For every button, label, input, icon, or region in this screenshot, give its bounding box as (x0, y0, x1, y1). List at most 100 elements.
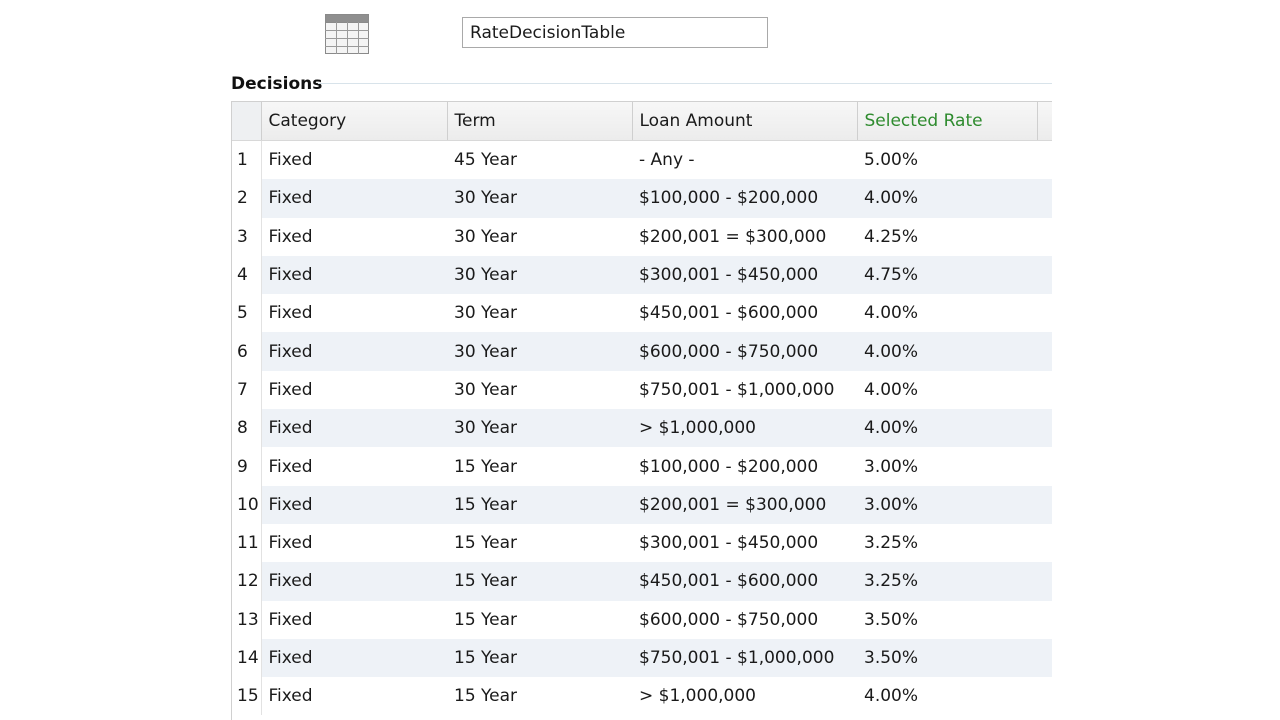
cell-loan-amount[interactable]: $100,000 - $200,000 (632, 179, 857, 218)
cell-selected-rate[interactable]: 5.00% (857, 141, 1037, 180)
cell-loan-amount[interactable]: $450,001 - $600,000 (632, 562, 857, 601)
table-row[interactable]: 12 Fixed 15 Year $450,001 - $600,000 3.25% (232, 562, 1052, 601)
cell-selected-rate[interactable]: 4.00% (857, 179, 1037, 218)
row-number[interactable]: 13 (232, 600, 262, 639)
table-row[interactable]: 1 Fixed 45 Year - Any -5.00% (232, 140, 1052, 180)
cell-loan-amount[interactable]: $300,001 - $450,000 (632, 255, 857, 295)
cell-selected-rate[interactable]: 4.00% (857, 409, 1037, 448)
cell-term[interactable]: 30 Year (447, 332, 632, 371)
cell-category[interactable]: Fixed (261, 601, 447, 639)
cell-term[interactable]: 15 Year (447, 447, 632, 485)
table-row[interactable]: 5 Fixed 30 Year $450,001 - $600,000 4.00% (232, 294, 1052, 333)
cell-loan-amount[interactable]: $750,001 - $1,000,000 (632, 638, 857, 678)
cell-category[interactable]: Fixed (261, 332, 447, 371)
cell-selected-rate[interactable]: 3.00% (857, 447, 1037, 485)
cell-term[interactable]: 15 Year (447, 601, 632, 639)
cell-selected-rate[interactable]: 4.00% (857, 294, 1037, 332)
table-row[interactable]: 9 Fixed 15 Year $100,000 - $200,000 3.00% (232, 447, 1052, 486)
table-row[interactable]: 13 Fixed 15 Year $600,000 - $750,000 3.50% (232, 600, 1052, 639)
cell-category[interactable]: Fixed (261, 141, 447, 180)
cell-selected-rate[interactable]: 3.00% (857, 485, 1037, 524)
cell-loan-amount[interactable]: $450,001 - $600,000 (632, 294, 857, 332)
cell-category[interactable]: Fixed (261, 485, 447, 524)
cell-term[interactable]: 30 Year (447, 255, 632, 295)
table-row[interactable]: 8 Fixed 30 Year > $1,000,000 4.00% (232, 409, 1052, 448)
column-header-category[interactable]: Category (261, 102, 448, 141)
row-number[interactable]: 9 (232, 447, 262, 486)
cell-loan-amount[interactable]: $100,000 - $200,000 (632, 447, 857, 485)
table-row[interactable]: 3 Fixed 30 Year $200,001 = $300,000 4.25% (232, 217, 1052, 256)
cell-filler (1037, 218, 1052, 256)
cell-selected-rate[interactable]: 4.00% (857, 371, 1037, 409)
section-divider (318, 83, 1052, 84)
cell-selected-rate[interactable]: 4.00% (857, 332, 1037, 371)
cell-selected-rate[interactable]: 3.25% (857, 524, 1037, 562)
row-number[interactable]: 5 (232, 294, 262, 333)
row-number-header[interactable] (232, 102, 262, 141)
table-row[interactable]: 14 Fixed 15 Year $750,001 - $1,000,000 3.50% (232, 638, 1052, 678)
cell-loan-amount[interactable]: $600,000 - $750,000 (632, 332, 857, 371)
cell-term[interactable]: 30 Year (447, 294, 632, 332)
cell-category[interactable]: Fixed (261, 371, 447, 409)
cell-category[interactable]: Fixed (261, 294, 447, 332)
row-number[interactable]: 8 (232, 409, 262, 448)
row-number[interactable]: 12 (232, 562, 262, 601)
cell-loan-amount[interactable]: $300,001 - $450,000 (632, 524, 857, 562)
column-header-term[interactable]: Term (447, 102, 633, 141)
cell-loan-amount[interactable]: $200,001 = $300,000 (632, 485, 857, 524)
table-row[interactable]: 7 Fixed 30 Year $750,001 - $1,000,000 4.00% (232, 370, 1052, 410)
cell-filler (1037, 677, 1052, 715)
decisions-grid[interactable]: Category Term Loan Amount Selected Rate … (231, 101, 1052, 720)
cell-term[interactable]: 30 Year (447, 179, 632, 218)
column-header-selected-rate[interactable]: Selected Rate (857, 102, 1038, 141)
cell-term[interactable]: 45 Year (447, 141, 632, 180)
cell-selected-rate[interactable]: 3.25% (857, 562, 1037, 601)
cell-term[interactable]: 15 Year (447, 562, 632, 601)
cell-term[interactable]: 30 Year (447, 371, 632, 409)
table-row[interactable]: 4 Fixed 30 Year $300,001 - $450,000 4.75% (232, 255, 1052, 295)
cell-category[interactable]: Fixed (261, 638, 447, 678)
cell-category[interactable]: Fixed (261, 677, 447, 715)
table-row[interactable]: 6 Fixed 30 Year $600,000 - $750,000 4.00% (232, 332, 1052, 371)
row-number[interactable]: 4 (232, 255, 262, 295)
row-number[interactable]: 11 (232, 523, 262, 563)
cell-loan-amount[interactable]: $200,001 = $300,000 (632, 218, 857, 256)
row-number[interactable]: 7 (232, 370, 262, 410)
cell-category[interactable]: Fixed (261, 218, 447, 256)
cell-loan-amount[interactable]: > $1,000,000 (632, 677, 857, 715)
row-number[interactable]: 6 (232, 332, 262, 371)
column-header-loan-amount[interactable]: Loan Amount (632, 102, 858, 141)
cell-term[interactable]: 15 Year (447, 677, 632, 715)
row-number[interactable]: 14 (232, 638, 262, 678)
cell-selected-rate[interactable]: 4.75% (857, 255, 1037, 295)
cell-selected-rate[interactable]: 3.50% (857, 638, 1037, 678)
cell-selected-rate[interactable]: 4.25% (857, 218, 1037, 256)
cell-loan-amount[interactable]: $750,001 - $1,000,000 (632, 371, 857, 409)
table-name-field[interactable]: RateDecisionTable (462, 17, 768, 48)
cell-loan-amount[interactable]: - Any - (632, 141, 857, 180)
cell-selected-rate[interactable]: 3.50% (857, 601, 1037, 639)
cell-loan-amount[interactable]: $600,000 - $750,000 (632, 601, 857, 639)
cell-term[interactable]: 30 Year (447, 218, 632, 256)
table-row[interactable]: 2 Fixed 30 Year $100,000 - $200,000 4.00% (232, 179, 1052, 218)
cell-loan-amount[interactable]: > $1,000,000 (632, 409, 857, 448)
cell-category[interactable]: Fixed (261, 447, 447, 485)
row-number[interactable]: 2 (232, 179, 262, 218)
row-number[interactable]: 15 (232, 677, 262, 716)
cell-category[interactable]: Fixed (261, 255, 447, 295)
table-row[interactable]: 11 Fixed 15 Year $300,001 - $450,000 3.25% (232, 523, 1052, 563)
row-number[interactable]: 1 (232, 140, 262, 180)
row-number[interactable]: 3 (232, 217, 262, 256)
cell-category[interactable]: Fixed (261, 524, 447, 562)
row-number[interactable]: 10 (232, 485, 262, 524)
cell-category[interactable]: Fixed (261, 409, 447, 448)
cell-selected-rate[interactable]: 4.00% (857, 677, 1037, 715)
cell-term[interactable]: 15 Year (447, 485, 632, 524)
table-row[interactable]: 10 Fixed 15 Year $200,001 = $300,000 3.00% (232, 485, 1052, 524)
cell-term[interactable]: 30 Year (447, 409, 632, 448)
cell-term[interactable]: 15 Year (447, 524, 632, 562)
table-row[interactable]: 15 Fixed 15 Year > $1,000,000 4.00% (232, 677, 1052, 716)
cell-term[interactable]: 15 Year (447, 638, 632, 678)
cell-category[interactable]: Fixed (261, 179, 447, 218)
cell-category[interactable]: Fixed (261, 562, 447, 601)
